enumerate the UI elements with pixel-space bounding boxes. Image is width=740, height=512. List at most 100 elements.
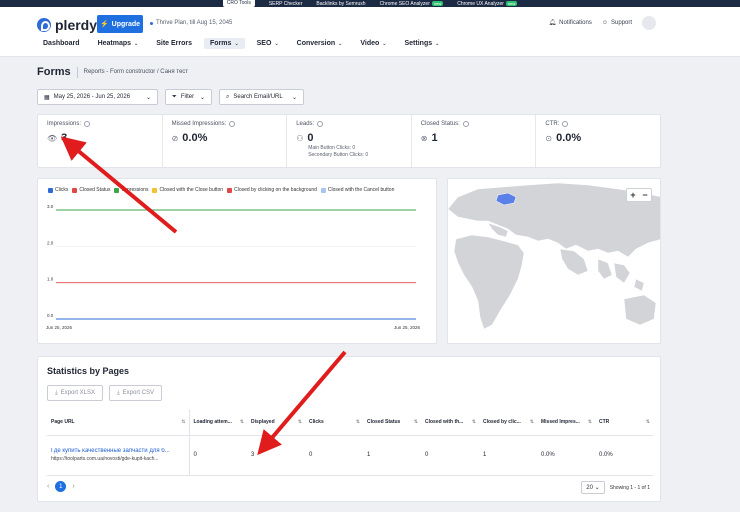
- cell-closed-by-click: 1: [479, 435, 537, 476]
- zoom-out-button[interactable]: −: [639, 189, 651, 201]
- sort-icon[interactable]: ⇅: [356, 419, 360, 425]
- nav-conversion[interactable]: Conversion ⌄: [291, 38, 349, 49]
- page-size-value: 20: [586, 485, 593, 491]
- user-plus-icon: ⚇: [296, 133, 304, 143]
- chart-card: Clicks Closed Status Impressions Closed …: [37, 178, 437, 344]
- sort-icon[interactable]: ⇅: [240, 419, 244, 425]
- metric-label: Impressions:: [47, 121, 153, 127]
- metric-value: ⚇ 0: [296, 132, 402, 144]
- page-size-select[interactable]: 20 ⌄: [581, 481, 605, 494]
- statistics-title: Statistics by Pages: [47, 366, 130, 376]
- column-clicks[interactable]: Clicks ⇅: [305, 409, 363, 436]
- page-url-text: https://toolparts.com.ua/novosti/gde-kup…: [51, 456, 159, 462]
- column-label: Displayed: [251, 418, 275, 425]
- support-icon: ☺: [601, 19, 608, 26]
- info-icon[interactable]: [84, 121, 91, 127]
- plerdy-logo[interactable]: plerdy: [37, 17, 97, 33]
- column-page-url[interactable]: Page URL ⇅: [47, 409, 190, 436]
- column-missed-impressions[interactable]: Missed Impres... ⇅: [537, 409, 595, 436]
- info-icon[interactable]: [317, 121, 324, 127]
- tool-tab-seo-analyzer[interactable]: Chrome SEO Analyzer new: [379, 0, 444, 7]
- upgrade-button[interactable]: ⚡ Upgrade: [97, 15, 143, 33]
- chevron-down-icon: ⌄: [291, 94, 297, 101]
- nav-site-errors[interactable]: Site Errors: [150, 38, 198, 49]
- zoom-in-button[interactable]: +: [627, 189, 639, 201]
- column-closed-by-click[interactable]: Closed by clic... ⇅: [479, 409, 537, 436]
- nav-video[interactable]: Video ⌄: [354, 38, 392, 49]
- sort-icon[interactable]: ⇅: [588, 419, 592, 425]
- sort-icon[interactable]: ⇅: [646, 419, 650, 425]
- metric-closed-status: Closed Status: ⊗ 1: [412, 115, 537, 167]
- logo-mark-icon: [37, 18, 51, 32]
- tool-tab-ux-analyzer[interactable]: Chrome UX Analyzer new: [457, 0, 518, 7]
- nav-label: Dashboard: [43, 40, 80, 47]
- current-page[interactable]: 1: [55, 481, 67, 492]
- lightning-icon: ⚡: [99, 21, 109, 28]
- info-icon[interactable]: [229, 121, 236, 127]
- nav-label: Settings: [404, 40, 433, 47]
- x-tick-label: Jun 25, 2026: [46, 325, 73, 330]
- metric-value-text: 0.0%: [182, 132, 208, 144]
- sort-icon[interactable]: ⇅: [181, 419, 185, 425]
- info-icon[interactable]: [462, 121, 469, 127]
- upgrade-label: Upgrade: [111, 20, 141, 28]
- column-displayed[interactable]: Displayed ⇅: [247, 409, 305, 436]
- column-loading-attempts[interactable]: Loading attem... ⇅: [189, 409, 247, 436]
- tool-tab-serp[interactable]: SERP Checker: [269, 1, 303, 7]
- column-closed-status[interactable]: Closed Status ⇅: [363, 409, 421, 436]
- filter-button[interactable]: ⏷ Filter ⌄: [165, 89, 212, 105]
- nav-label: Heatmaps: [97, 40, 132, 47]
- statistics-card: Statistics by Pages ⤓ Export XLSX ⤓ Export…: [37, 356, 661, 502]
- nav-forms[interactable]: Forms ⌄: [204, 38, 245, 49]
- metric-sub-secondary: Secondary Button Clicks: 0: [308, 152, 369, 158]
- date-range-picker[interactable]: ▦ May 25, 2026 - Jun 25, 2026 ⌄: [37, 89, 158, 105]
- tool-tab-backlinks[interactable]: Backlinks by Semrush: [316, 1, 365, 7]
- sort-icon[interactable]: ⇅: [414, 419, 418, 425]
- nav-settings[interactable]: Settings ⌄: [399, 38, 446, 49]
- eye-icon: 👁︎: [47, 133, 58, 143]
- chevron-down-icon: ⌄: [234, 40, 239, 47]
- prev-page-icon[interactable]: ‹: [47, 483, 49, 490]
- chevron-down-icon: ⌄: [338, 40, 343, 47]
- sort-icon[interactable]: ⇅: [298, 419, 302, 425]
- nav-label: SEO: [256, 40, 272, 47]
- nav-heatmaps[interactable]: Heatmaps ⌄: [92, 38, 145, 49]
- chevron-down-icon: ⌄: [134, 40, 139, 47]
- search-label: Search Email/URL: [233, 94, 283, 100]
- sort-icon[interactable]: ⇅: [472, 419, 476, 425]
- cell-missed-impressions: 0.0%: [537, 435, 595, 476]
- info-icon[interactable]: [562, 121, 569, 127]
- page-title-link[interactable]: Где купить качественные запчасти для б..…: [51, 448, 183, 454]
- notifications-link[interactable]: 🔔︎ Notifications: [549, 19, 592, 27]
- world-map[interactable]: [448, 179, 661, 344]
- sort-icon[interactable]: ⇅: [530, 419, 534, 425]
- nav-label: Conversion: [296, 40, 336, 47]
- avatar[interactable]: [642, 16, 656, 30]
- column-ctr[interactable]: CTR ⇅: [595, 409, 653, 436]
- cell-clicks: 0: [305, 435, 363, 476]
- export-csv-button[interactable]: ⤓ Export CSV: [109, 385, 163, 401]
- export-xlsx-button[interactable]: ⤓ Export XLSX: [47, 385, 104, 401]
- chevron-down-icon: ⌄: [435, 40, 440, 47]
- metric-value-text: 3: [61, 132, 68, 144]
- metric-label: Closed Status:: [421, 121, 527, 127]
- y-tick-label: 2.0: [47, 240, 54, 245]
- cell-page-url: Где купить качественные запчасти для б..…: [47, 435, 190, 476]
- search-email-url-button[interactable]: ⌕ Search Email/URL ⌄: [219, 89, 304, 105]
- metric-missed-impressions: Missed Impressions: ⊘ 0.0%: [163, 115, 288, 167]
- support-link[interactable]: ☺ Support: [602, 19, 632, 26]
- nav-dashboard[interactable]: Dashboard: [37, 38, 86, 49]
- breadcrumb-path[interactable]: Reports - Form constructor / Саня тест: [84, 69, 188, 75]
- tool-tab-cro[interactable]: CRO Tools: [222, 0, 255, 7]
- nav-label: Video: [360, 40, 380, 47]
- chevron-down-icon: ⌄: [145, 94, 151, 101]
- export-csv-label: Export CSV: [122, 390, 155, 396]
- next-page-icon[interactable]: ›: [72, 483, 74, 490]
- metric-label-text: Leads:: [296, 121, 315, 127]
- metric-impressions: Impressions: 👁︎ 3: [38, 115, 163, 167]
- tool-tab-seo-analyzer-label: Chrome SEO Analyzer: [379, 0, 430, 7]
- nav-seo[interactable]: SEO ⌄: [251, 38, 285, 49]
- metric-value-text: 1: [431, 132, 438, 144]
- header-actions: 🔔︎ Notifications ☺ Support: [549, 19, 632, 27]
- column-closed-with[interactable]: Closed with th... ⇅: [421, 409, 479, 436]
